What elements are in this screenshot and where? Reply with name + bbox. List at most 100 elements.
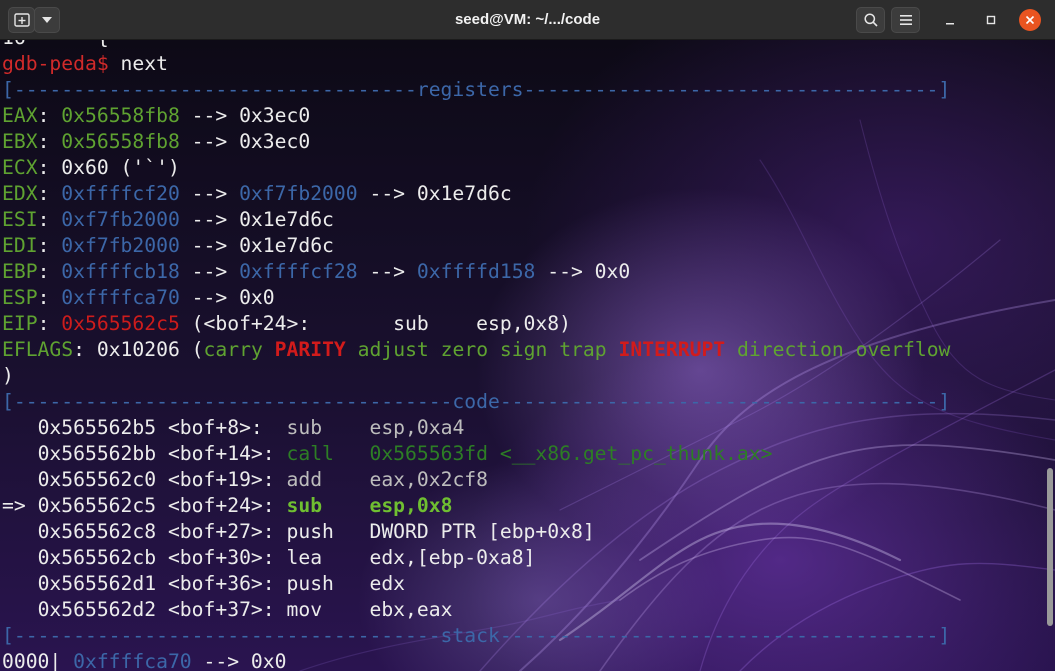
register-eip: EIP: 0x565562c5 (<bof+24>: sub esp,0x8) xyxy=(2,312,571,335)
close-icon xyxy=(1025,15,1035,25)
instruction-line: 0x565562bb <bof+14>: call 0x565563fd <__… xyxy=(2,441,773,467)
hamburger-menu-button[interactable] xyxy=(891,7,920,33)
deref-value: 0x3ec0 xyxy=(239,130,311,153)
instruction-operands: 0x565563fd <__x86.get_pc_thunk.ax> xyxy=(369,442,773,465)
instruction-address: 0x565562d1 xyxy=(37,572,157,595)
register-ecx: ECX: 0x60 ('`') xyxy=(2,156,180,179)
stack-separator: [------------------------------------sta… xyxy=(2,624,951,647)
arrow: --> xyxy=(179,286,240,309)
deref-value: 0x1e7d6c xyxy=(416,182,512,205)
instruction-opcode: call xyxy=(286,442,370,465)
eflag-zero: zero xyxy=(440,338,489,361)
paren-open: ( xyxy=(179,338,204,361)
search-button[interactable] xyxy=(856,7,885,33)
register-esi: ESI: 0xf7fb2000 --> 0x1e7d6c xyxy=(2,208,334,231)
instruction-opcode: mov xyxy=(286,598,370,621)
eflag-trap: trap xyxy=(559,338,607,361)
register-edi: EDI: 0xf7fb2000 --> 0x1e7d6c xyxy=(2,234,334,257)
instruction-operands: eax,0x2cf8 xyxy=(369,468,488,491)
deref-value: 0x1e7d6c xyxy=(239,234,334,257)
instruction-line: 0x565562b5 <bof+8>: sub esp,0xa4 xyxy=(2,415,465,441)
eflag-parity: PARITY xyxy=(274,338,346,361)
maximize-button[interactable] xyxy=(980,9,1002,31)
scrollbar-thumb[interactable] xyxy=(1047,468,1053,626)
register-eax: EAX: 0x56558fb8 --> 0x3ec0 xyxy=(2,104,311,127)
register-ebp: EBP: 0xffffcb18 --> 0xffffcf28 --> 0xfff… xyxy=(2,260,631,283)
instruction-line: 0x565562d1 <bof+36>: push edx xyxy=(2,571,405,597)
arrow: --> xyxy=(179,104,240,127)
maximize-icon xyxy=(986,15,996,25)
instruction-marker: => xyxy=(2,494,38,517)
instruction-operands: ebx,eax xyxy=(369,598,453,621)
minimize-icon xyxy=(946,23,954,25)
register-name: EDI xyxy=(2,234,38,257)
instruction-symbol: <bof+14>: xyxy=(156,442,287,465)
eip-instruction: (<bof+24>: sub esp,0x8) xyxy=(179,312,571,335)
instruction-symbol: <bof+36>: xyxy=(156,572,287,595)
terminal-window: seed@VM: ~/.../code gdb-peda$ next [----… xyxy=(0,0,1055,671)
instruction-symbol: <bof+37>: xyxy=(156,598,287,621)
register-name: EBP xyxy=(2,260,38,283)
instruction-symbol: <bof+24>: xyxy=(156,494,287,517)
instruction-operands: edx xyxy=(369,572,406,595)
instruction-address: 0x565562cb xyxy=(37,546,157,569)
deref-value: 0x0 xyxy=(239,286,275,309)
minimize-button[interactable] xyxy=(939,9,961,31)
command-text: next xyxy=(108,52,168,75)
eflag-sign: sign xyxy=(499,338,548,361)
instruction-address: 0x565562c0 xyxy=(37,468,157,491)
instruction-opcode: push xyxy=(286,572,370,595)
arrow: --> xyxy=(191,650,251,671)
instruction-opcode: push xyxy=(286,520,370,543)
eflags-value: 0x10206 xyxy=(96,338,180,361)
register-name: EDX xyxy=(2,182,38,205)
instruction-symbol: <bof+19>: xyxy=(156,468,287,491)
eflag-interrupt: INTERRUPT xyxy=(618,338,726,361)
deref-value: 0x0 xyxy=(594,260,631,283)
register-value: 0xffffcb18 xyxy=(61,260,180,283)
eflags-flags: carry PARITY adjust zero sign trap INTER… xyxy=(204,338,951,361)
prompt-line: gdb-peda$ next xyxy=(2,51,168,77)
instruction-marker xyxy=(2,572,38,595)
register-edx: EDX: 0xffffcf20 --> 0xf7fb2000 --> 0x1e7… xyxy=(2,182,512,205)
instruction-address: 0x565562d2 xyxy=(37,598,157,621)
instruction-marker xyxy=(2,442,38,465)
close-button[interactable] xyxy=(1019,9,1041,31)
deref-address: 0xffffcf28 xyxy=(239,260,358,283)
register-name: ESI xyxy=(2,208,38,231)
eflags-close-paren: ) xyxy=(2,364,14,387)
eflag-direction: direction xyxy=(737,338,844,361)
instruction-operands: esp,0x8 xyxy=(369,494,453,517)
terminal-body[interactable]: 16 { gdb-peda$ next [-------------------… xyxy=(0,40,1055,671)
instruction-symbol: <bof+8>: xyxy=(156,416,287,439)
instruction-opcode: add xyxy=(286,468,370,491)
arrow: --> xyxy=(179,182,240,205)
eflag-carry: carry xyxy=(203,338,263,361)
stack-entry: 0000| 0xffffca70 --> 0x0 xyxy=(2,649,286,671)
arrow: --> xyxy=(179,260,240,283)
register-value: 0xf7fb2000 xyxy=(61,234,180,257)
instruction-operands: edx,[ebp-0xa8] xyxy=(369,546,536,569)
stack-address: 0xffffca70 xyxy=(73,650,192,671)
partial-source-line: 16 { xyxy=(2,40,109,51)
gdb-prompt: gdb-peda$ xyxy=(2,52,109,75)
register-value: 0x60 ('`') xyxy=(61,156,180,179)
instruction-marker xyxy=(2,520,38,543)
instruction-marker xyxy=(2,468,38,491)
deref-address: 0xf7fb2000 xyxy=(239,182,358,205)
stack-index: 0000| xyxy=(2,650,74,671)
arrow: --> xyxy=(179,234,240,257)
arrow: --> xyxy=(179,208,240,231)
instruction-line: 0x565562c8 <bof+27>: push DWORD PTR [ebp… xyxy=(2,519,595,545)
arrow: --> xyxy=(357,260,417,283)
register-name: EIP xyxy=(2,312,38,335)
register-value: 0x56558fb8 xyxy=(61,104,180,127)
instruction-line: 0x565562cb <bof+30>: lea edx,[ebp-0xa8] xyxy=(2,545,536,571)
deref-value: 0x3ec0 xyxy=(239,104,311,127)
register-name: EBX xyxy=(2,130,38,153)
arrow: --> xyxy=(179,130,240,153)
instruction-marker xyxy=(2,416,38,439)
search-icon xyxy=(863,13,878,27)
instruction-line: 0x565562c0 <bof+19>: add eax,0x2cf8 xyxy=(2,467,488,493)
eflag-adjust: adjust xyxy=(357,338,429,361)
